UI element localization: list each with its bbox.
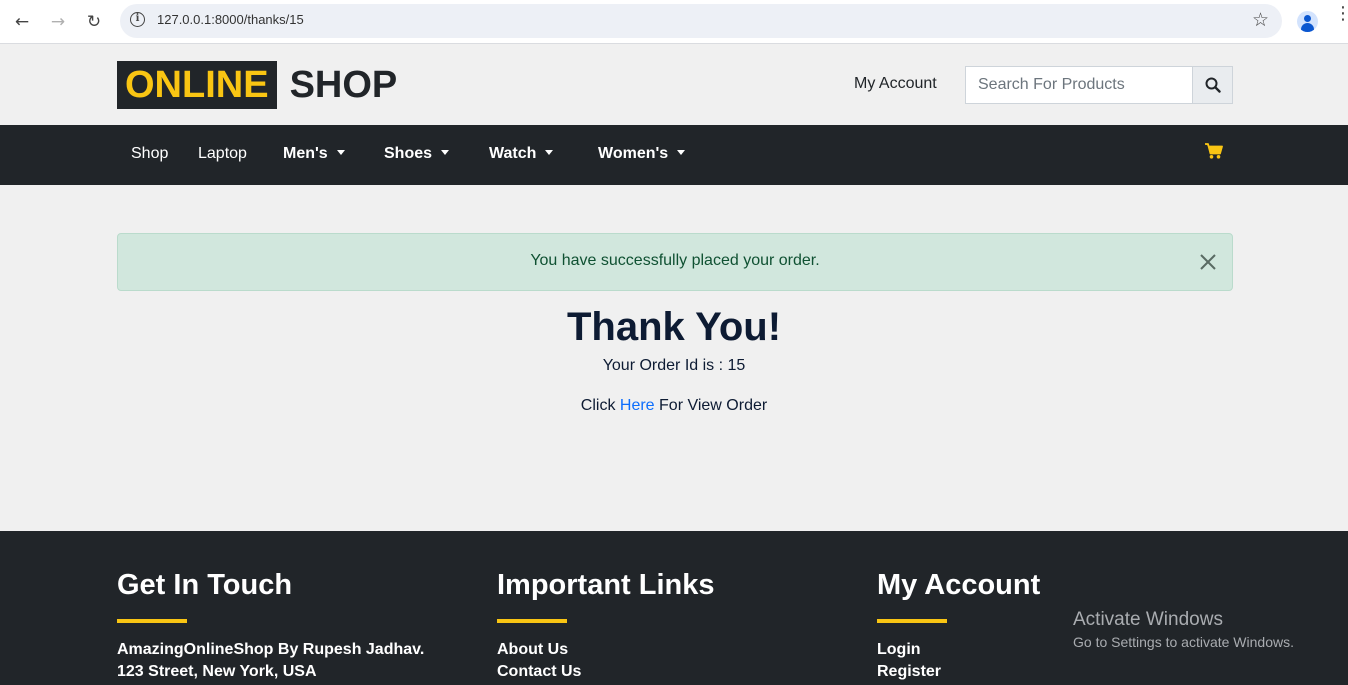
order-id-value: 15 bbox=[727, 357, 746, 374]
nav-item-shoes-dropdown[interactable]: Shoes bbox=[384, 145, 450, 163]
footer-col-account: My Account Login Register bbox=[877, 569, 1040, 681]
page-title: Thank You! bbox=[566, 305, 782, 349]
reload-icon[interactable]: ↻ bbox=[80, 8, 108, 36]
bookmark-star-icon[interactable]: ☆ bbox=[1252, 9, 1269, 31]
caret-down-icon bbox=[441, 150, 450, 155]
profile-avatar-icon[interactable] bbox=[1297, 11, 1318, 32]
footer-text: 123 Street, New York, USA bbox=[117, 663, 317, 680]
footer-col-contact: Get In Touch AmazingOnlineShop By Rupesh… bbox=[117, 569, 424, 681]
footer-link-about[interactable]: About Us bbox=[497, 641, 715, 659]
nav-item-label: Watch bbox=[489, 145, 537, 162]
search-form bbox=[965, 66, 1233, 104]
close-icon[interactable] bbox=[1198, 252, 1218, 272]
nav-item-watch-dropdown[interactable]: Watch bbox=[489, 145, 554, 163]
browser-menu-icon[interactable]: ⋮ bbox=[1334, 5, 1348, 23]
nav-item-label: Laptop bbox=[198, 145, 247, 162]
footer-title-underline bbox=[497, 619, 567, 623]
nav-item-label: Shoes bbox=[384, 145, 433, 162]
footer-link-register[interactable]: Register bbox=[877, 663, 1040, 681]
search-icon bbox=[1205, 77, 1221, 93]
footer-text: AmazingOnlineShop By Rupesh Jadhav. bbox=[117, 641, 425, 658]
order-id-text: Your Order Id is : 15 bbox=[0, 357, 1348, 375]
footer-link-login[interactable]: Login bbox=[877, 641, 1040, 659]
logo-shop-text: SHOP bbox=[289, 63, 398, 106]
nav-item-label: Women's bbox=[598, 145, 669, 162]
caret-down-icon bbox=[545, 150, 554, 155]
footer-title: Important Links bbox=[497, 569, 715, 601]
watermark-subtitle: Go to Settings to activate Windows. bbox=[1073, 634, 1294, 650]
caret-down-icon bbox=[336, 150, 345, 155]
watermark-title: Activate Windows bbox=[1073, 609, 1223, 630]
forward-arrow-icon[interactable]: → bbox=[44, 8, 72, 36]
site-logo[interactable]: ONLINE SHOP bbox=[117, 61, 397, 109]
caret-down-icon bbox=[677, 150, 686, 155]
activation-watermark: Activate Windows Go to Settings to activ… bbox=[1073, 609, 1294, 650]
nav-item-shop[interactable]: Shop bbox=[131, 145, 168, 163]
main-navbar: Shop Laptop Men's Shoes Watch Women's bbox=[0, 125, 1348, 185]
back-arrow-icon[interactable]: ← bbox=[8, 8, 36, 36]
footer-title-underline bbox=[117, 619, 187, 623]
site-info-icon[interactable]: i bbox=[130, 12, 145, 27]
view-order-link[interactable]: Here bbox=[620, 397, 655, 414]
view-order-text: Click Here For View Order bbox=[0, 397, 1348, 415]
footer-title-underline bbox=[877, 619, 947, 623]
nav-item-label: Shop bbox=[131, 145, 169, 162]
address-bar[interactable]: i 127.0.0.1:8000/thanks/15 ☆ bbox=[120, 4, 1282, 38]
success-alert: You have successfully placed your order. bbox=[117, 233, 1233, 291]
search-input[interactable] bbox=[965, 66, 1192, 104]
logo-online-text: ONLINE bbox=[117, 61, 277, 109]
view-order-suffix: For View Order bbox=[654, 397, 768, 414]
my-account-link[interactable]: My Account bbox=[854, 75, 937, 93]
nav-item-mens-dropdown[interactable]: Men's bbox=[283, 145, 345, 163]
nav-item-womens-dropdown[interactable]: Women's bbox=[598, 145, 686, 163]
alert-message: You have successfully placed your order. bbox=[530, 252, 820, 269]
url-text[interactable]: 127.0.0.1:8000/thanks/15 bbox=[157, 12, 304, 27]
site-footer: Get In Touch AmazingOnlineShop By Rupesh… bbox=[0, 531, 1348, 685]
nav-item-laptop[interactable]: Laptop bbox=[198, 145, 247, 163]
search-button[interactable] bbox=[1192, 66, 1233, 104]
footer-link-contact[interactable]: Contact Us bbox=[497, 663, 715, 681]
footer-title: My Account bbox=[877, 569, 1041, 601]
footer-col-links: Important Links About Us Contact Us bbox=[497, 569, 715, 681]
view-order-prefix: Click bbox=[580, 397, 620, 414]
nav-item-label: Men's bbox=[283, 145, 328, 162]
footer-title: Get In Touch bbox=[117, 569, 293, 601]
order-id-label: Your Order Id is : bbox=[602, 357, 728, 374]
browser-toolbar: ← → ↻ i 127.0.0.1:8000/thanks/15 ☆ ⋮ bbox=[0, 0, 1348, 44]
shopping-cart-icon[interactable] bbox=[1205, 143, 1223, 159]
